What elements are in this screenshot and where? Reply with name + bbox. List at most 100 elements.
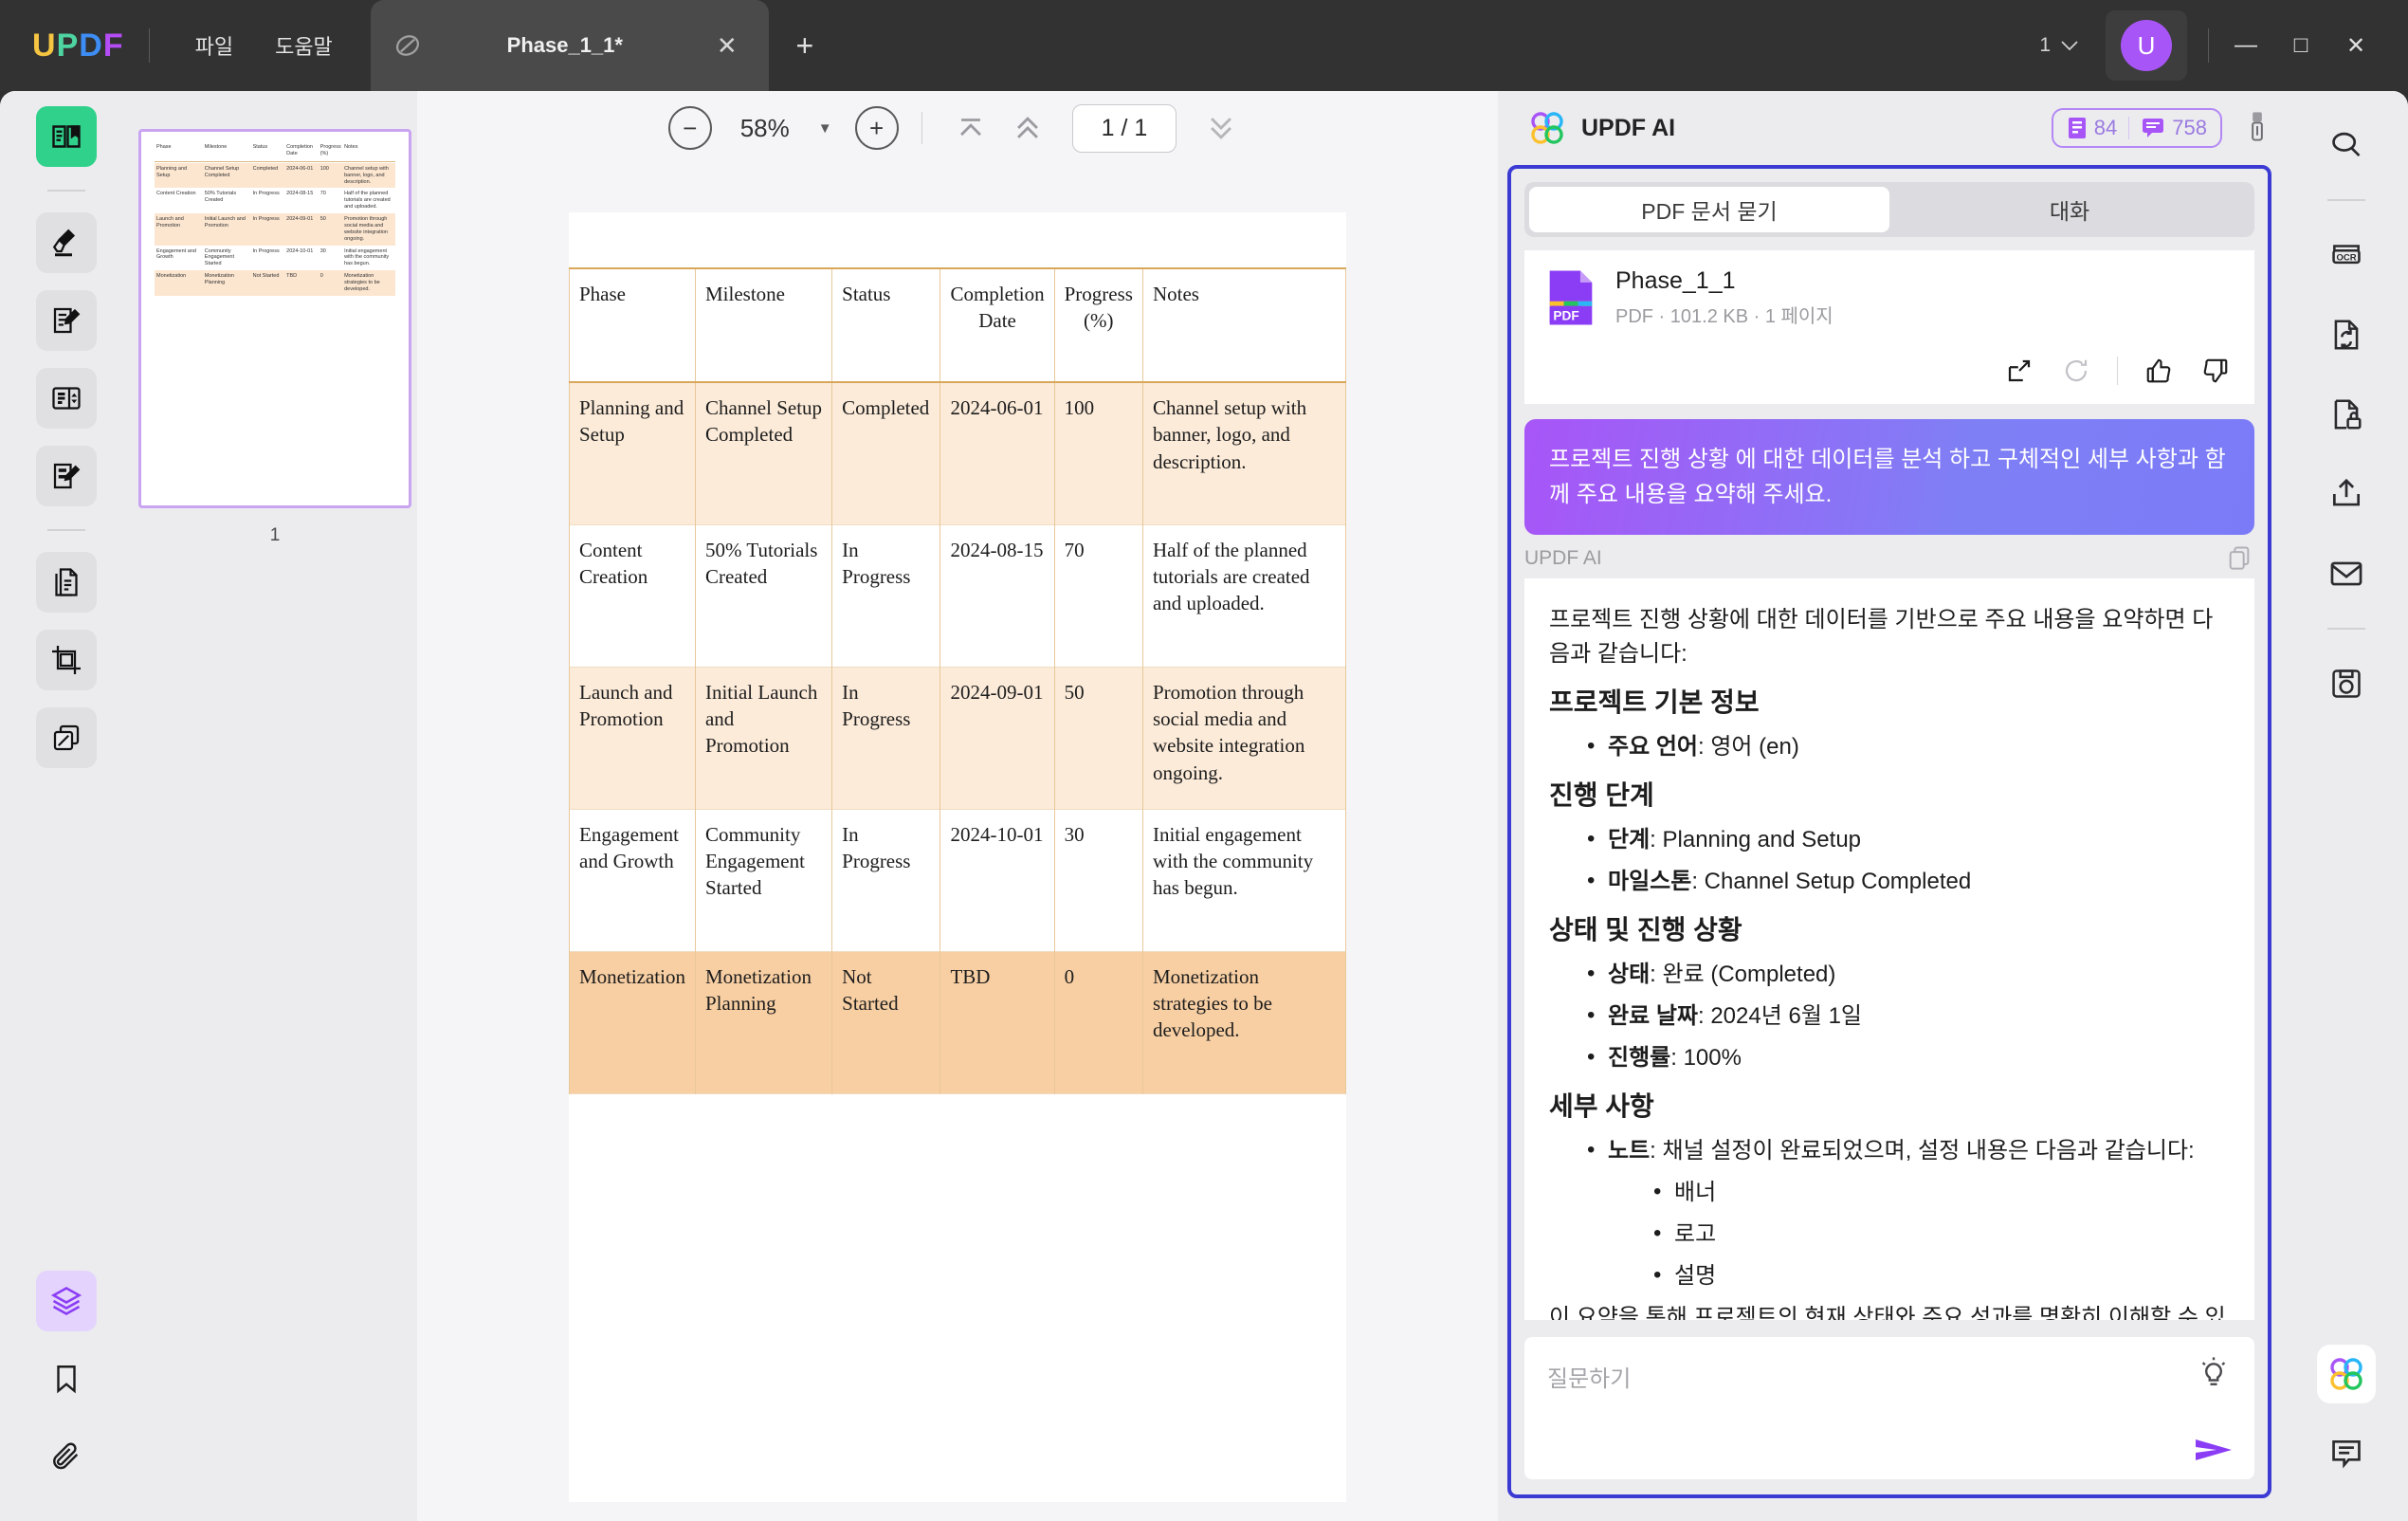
table-row: Monetization Monetization Planning Not S… bbox=[569, 951, 1347, 1093]
message-credits: 758 bbox=[2141, 116, 2207, 140]
tab-chat[interactable]: 대화 bbox=[1889, 187, 2250, 232]
close-window-button[interactable]: ✕ bbox=[2328, 18, 2383, 73]
sidebar-item-highlight[interactable] bbox=[36, 212, 97, 273]
save-button[interactable] bbox=[2317, 654, 2376, 713]
col-progress-line2: (%) bbox=[1084, 309, 1114, 333]
search-button[interactable] bbox=[2317, 116, 2376, 174]
updf-ai-icon bbox=[2330, 1358, 2362, 1390]
tab-ask-pdf[interactable]: PDF 문서 묻기 bbox=[1529, 187, 1889, 232]
answer-sublist: 배너 로고 설명 bbox=[1608, 1175, 2230, 1293]
ocr-button[interactable]: OCR bbox=[2317, 226, 2376, 284]
next-page-button[interactable] bbox=[1195, 102, 1247, 154]
next-page-icon bbox=[1211, 118, 1232, 139]
zoom-in-button[interactable]: + bbox=[854, 106, 899, 150]
cell-milestone: Community Engagement Started bbox=[694, 809, 833, 951]
table-body: Planning and Setup Channel Setup Complet… bbox=[569, 382, 1347, 1093]
page-canvas[interactable]: Phase Milestone Status Completion Date P… bbox=[417, 165, 1498, 1521]
close-tab-button[interactable]: ✕ bbox=[706, 25, 748, 66]
thumbs-up-button[interactable] bbox=[2143, 355, 2175, 387]
attached-file-card[interactable]: PDF Phase_1_1 PDF · 101.2 KB · 1 페이지 bbox=[1524, 250, 2254, 345]
regenerate-button[interactable] bbox=[2060, 355, 2092, 387]
menu-file[interactable]: 파일 bbox=[174, 17, 254, 74]
col-completion-line1: Completion bbox=[950, 283, 1045, 305]
layers-icon bbox=[50, 1287, 82, 1315]
suggestions-button[interactable] bbox=[2198, 1356, 2232, 1390]
copy-button[interactable] bbox=[2226, 544, 2254, 573]
ai-credits-badge[interactable]: 84 758 bbox=[2051, 108, 2222, 148]
first-page-button[interactable] bbox=[945, 102, 996, 154]
comment-button[interactable] bbox=[2317, 1424, 2376, 1483]
sidebar-item-reader[interactable] bbox=[36, 106, 97, 167]
document-tab-title: Phase_1_1* bbox=[506, 33, 623, 57]
sidebar-item-bookmark[interactable] bbox=[36, 1348, 97, 1409]
updf-ai-button[interactable] bbox=[2317, 1345, 2376, 1403]
actions-divider bbox=[2117, 357, 2118, 385]
menu-help[interactable]: 도움말 bbox=[254, 17, 354, 74]
zoom-level-value[interactable]: 58% bbox=[718, 114, 812, 143]
sidebar-item-attachment[interactable] bbox=[36, 1426, 97, 1487]
rail-divider-1 bbox=[47, 190, 85, 192]
document-tab[interactable]: Phase_1_1* ✕ bbox=[370, 0, 769, 91]
sidebar-item-sign[interactable] bbox=[36, 446, 97, 506]
stack-pages-icon bbox=[53, 724, 80, 751]
account-button[interactable]: U bbox=[2106, 10, 2187, 81]
message-actions-row bbox=[1524, 345, 2254, 404]
minimize-button[interactable]: — bbox=[2218, 18, 2273, 73]
thumbs-down-button[interactable] bbox=[2199, 355, 2232, 387]
cell-progress: 70 bbox=[1053, 524, 1143, 667]
table-row: Planning and Setup Channel Setup Complet… bbox=[569, 382, 1347, 524]
answer-item-label: 완료 날짜 bbox=[1608, 1003, 1698, 1030]
cell-progress: 50 bbox=[1053, 667, 1143, 809]
message-credit-value: 758 bbox=[2172, 116, 2207, 139]
page-credit-icon bbox=[2068, 118, 2086, 138]
cell-completion-date: 2024-10-01 bbox=[939, 809, 1055, 951]
thumbnail-header-row: Phase Milestone Status Completion Date Prog… bbox=[156, 144, 358, 156]
ai-response-header: UPDF AI bbox=[1524, 544, 2254, 573]
brush-icon bbox=[2252, 111, 2263, 141]
convert-icon bbox=[2334, 320, 2359, 350]
avatar: U bbox=[2121, 20, 2172, 71]
new-tab-button[interactable]: + bbox=[784, 25, 826, 66]
sidebar-item-edit-pdf[interactable] bbox=[36, 290, 97, 351]
email-button[interactable] bbox=[2317, 544, 2376, 603]
brush-button[interactable] bbox=[2243, 110, 2271, 147]
logo-letter-f: F bbox=[102, 27, 124, 64]
zoom-dropdown-icon[interactable]: ▼ bbox=[818, 120, 832, 137]
message-credit-icon bbox=[2143, 119, 2164, 137]
page-thumbnail[interactable]: Phase Milestone Status Completion Date Prog… bbox=[138, 129, 411, 508]
answer-item-value: : 채널 설정이 완료되었으며, 설정 내용은 다음과 같습니다: bbox=[1650, 1138, 2195, 1164]
share-button[interactable] bbox=[2317, 465, 2376, 523]
refresh-icon bbox=[2065, 359, 2088, 382]
send-icon bbox=[2196, 1439, 2232, 1460]
maximize-button[interactable]: □ bbox=[2273, 18, 2328, 73]
cell-status: Not Started bbox=[831, 951, 941, 1093]
cell-status: Completed bbox=[831, 382, 941, 524]
prev-page-button[interactable] bbox=[1002, 102, 1053, 154]
zoom-out-button[interactable]: − bbox=[667, 106, 712, 150]
convert-button[interactable] bbox=[2317, 305, 2376, 364]
page-number-input[interactable]: 1 / 1 bbox=[1071, 103, 1177, 153]
protect-button[interactable] bbox=[2317, 385, 2376, 444]
sidebar-item-form[interactable] bbox=[36, 368, 97, 429]
answer-item-value: : 100% bbox=[1670, 1045, 1742, 1072]
sidebar-item-crop[interactable] bbox=[36, 630, 97, 690]
cell-notes: Initial engagement with the community ha… bbox=[1141, 809, 1347, 951]
window-count-selector[interactable]: 1 bbox=[2024, 34, 2094, 57]
updf-file-icon bbox=[395, 35, 419, 56]
open-external-icon bbox=[2008, 359, 2031, 382]
open-external-button[interactable] bbox=[2003, 355, 2035, 387]
sidebar-item-organize[interactable] bbox=[36, 552, 97, 613]
answer-item: 노트: 채널 설정이 완료되었으며, 설정 내용은 다음과 같습니다: 배너 로… bbox=[1587, 1133, 2230, 1293]
sidebar-item-batch[interactable] bbox=[36, 707, 97, 768]
titlebar-divider-2 bbox=[2208, 28, 2209, 63]
sidebar-item-layers[interactable] bbox=[36, 1271, 97, 1331]
ask-input-box[interactable]: 질문하기 bbox=[1524, 1337, 2254, 1479]
cell-phase: Planning and Setup bbox=[569, 382, 696, 524]
book-reader-icon bbox=[52, 125, 81, 148]
thumbnail-row: Content Creation 50% Tutorials Created In … bbox=[156, 191, 391, 211]
toolbar-divider bbox=[921, 112, 922, 144]
send-button[interactable] bbox=[2194, 1436, 2235, 1464]
ask-input-placeholder: 질문하기 bbox=[1547, 1366, 1632, 1392]
cell-phase: Content Creation bbox=[569, 524, 696, 667]
first-page-icon bbox=[959, 119, 981, 137]
